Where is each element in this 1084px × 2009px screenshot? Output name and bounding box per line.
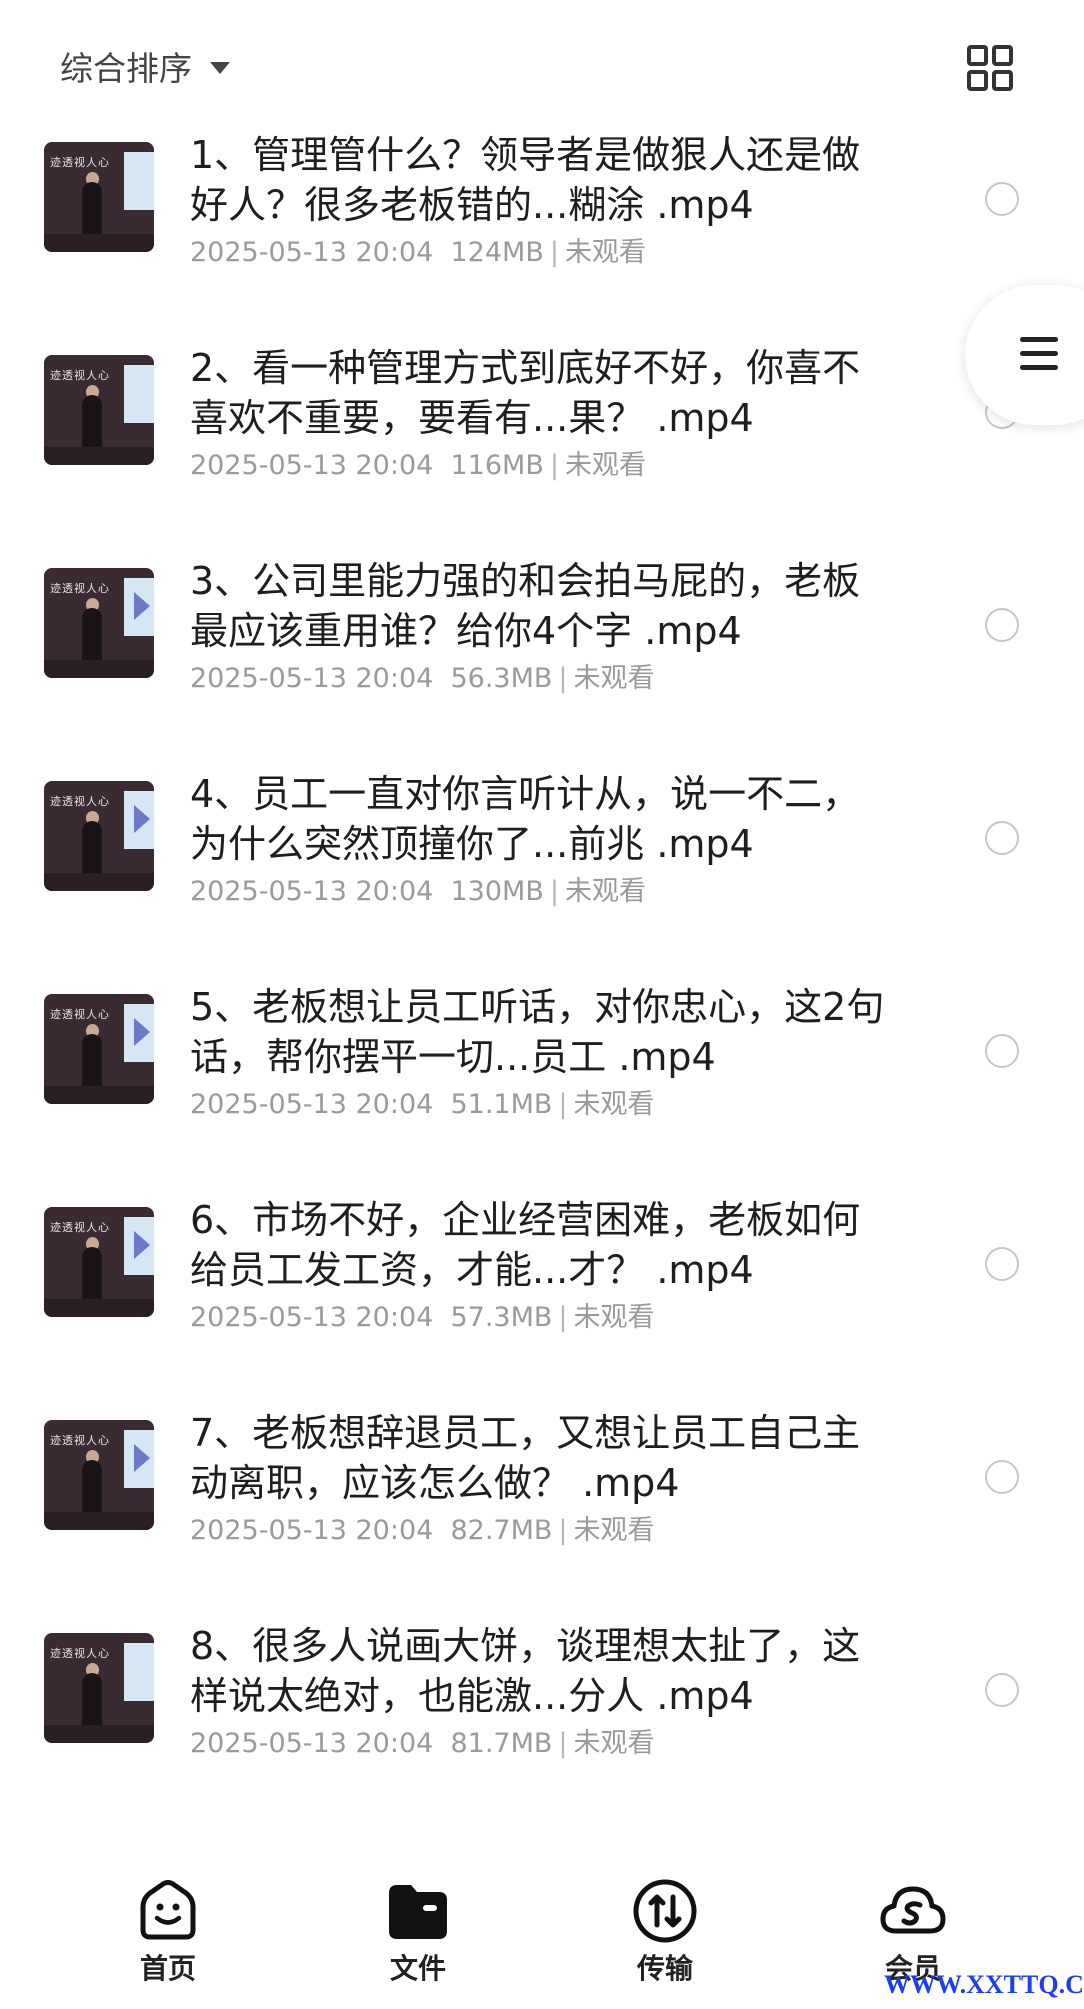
file-date: 2025-05-13 20:04 bbox=[190, 1302, 434, 1333]
select-radio[interactable] bbox=[985, 1247, 1019, 1281]
file-size: 124MB bbox=[450, 237, 544, 268]
list-fade bbox=[0, 1780, 1084, 1860]
file-date: 2025-05-13 20:04 bbox=[190, 663, 434, 694]
video-thumbnail: 迹透视人心 bbox=[44, 355, 154, 465]
tab-label: 首页 bbox=[139, 1952, 196, 1985]
file-title: 4、员工一直对你言听计从，说一不二，为什么突然顶撞你了...前兆 .mp4 bbox=[190, 772, 861, 866]
file-title: 3、公司里能力强的和会拍马屁的，老板最应该重用谁？给你4个字 .mp4 bbox=[190, 559, 861, 653]
tab-home[interactable]: 首页 bbox=[108, 1875, 228, 1987]
file-title: 2、看一种管理方式到底好不好，你喜不喜欢不重要，要看有...果？ .mp4 bbox=[190, 346, 861, 440]
file-title: 7、老板想辞退员工，又想让员工自己主动离职，应该怎么做？ .mp4 bbox=[190, 1411, 861, 1505]
file-size: 57.3MB bbox=[450, 1302, 553, 1333]
video-thumbnail: 迹透视人心 bbox=[44, 994, 154, 1104]
file-title: 8、很多人说画大饼，谈理想太扯了，这样说太绝对，也能激...分人 .mp4 bbox=[190, 1624, 861, 1718]
sort-dropdown[interactable]: 综合排序 bbox=[60, 42, 230, 90]
file-meta: 2025-05-13 20:04 51.1MB | 未观看 bbox=[190, 1089, 655, 1120]
file-row[interactable]: 迹透视人心 4、员工一直对你言听计从，说一不二，为什么突然顶撞你了...前兆 .… bbox=[0, 759, 1084, 972]
grid-view-icon[interactable] bbox=[966, 44, 1014, 92]
watch-status: 未观看 bbox=[573, 1089, 655, 1120]
tab-files[interactable]: 文件 bbox=[358, 1875, 478, 1987]
video-thumbnail: 迹透视人心 bbox=[44, 781, 154, 891]
file-meta: 2025-05-13 20:04 116MB | 未观看 bbox=[190, 450, 646, 481]
file-size: 82.7MB bbox=[450, 1515, 553, 1546]
vip-cloud-icon bbox=[878, 1875, 948, 1945]
thumbnail-banner-text: 迹透视人心 bbox=[50, 1647, 110, 1660]
thumbnail-banner-text: 迹透视人心 bbox=[50, 1434, 110, 1447]
watch-status: 未观看 bbox=[564, 450, 646, 481]
video-thumbnail: 迹透视人心 bbox=[44, 142, 154, 252]
file-size: 116MB bbox=[450, 450, 544, 481]
file-meta: 2025-05-13 20:04 56.3MB | 未观看 bbox=[190, 663, 655, 694]
tab-label: 文件 bbox=[389, 1952, 446, 1985]
sort-label: 综合排序 bbox=[60, 49, 192, 88]
select-radio[interactable] bbox=[985, 1034, 1019, 1068]
file-size: 81.7MB bbox=[450, 1728, 553, 1759]
video-thumbnail: 迹透视人心 bbox=[44, 568, 154, 678]
file-title: 5、老板想让员工听话，对你忠心，这2句话，帮你摆平一切...员工 .mp4 bbox=[190, 985, 885, 1079]
file-size: 130MB bbox=[450, 876, 544, 907]
transfer-icon bbox=[630, 1875, 700, 1945]
file-meta: 2025-05-13 20:04 124MB | 未观看 bbox=[190, 237, 646, 268]
file-row[interactable]: 迹透视人心 2、看一种管理方式到底好不好，你喜不喜欢不重要，要看有...果？ .… bbox=[0, 333, 1084, 546]
file-date: 2025-05-13 20:04 bbox=[190, 450, 434, 481]
file-meta: 2025-05-13 20:04 57.3MB | 未观看 bbox=[190, 1302, 655, 1333]
watch-status: 未观看 bbox=[573, 1302, 655, 1333]
thumbnail-banner-text: 迹透视人心 bbox=[50, 1008, 110, 1021]
select-radio[interactable] bbox=[985, 1673, 1019, 1707]
video-thumbnail: 迹透视人心 bbox=[44, 1420, 154, 1530]
file-list: 迹透视人心 1、管理管什么？领导者是做狠人还是做好人？很多老板错的...糊涂 .… bbox=[0, 120, 1084, 1840]
caret-down-icon bbox=[210, 62, 230, 74]
file-row[interactable]: 迹透视人心 5、老板想让员工听话，对你忠心，这2句话，帮你摆平一切...员工 .… bbox=[0, 972, 1084, 1185]
folder-icon bbox=[383, 1875, 453, 1945]
watch-status: 未观看 bbox=[573, 1728, 655, 1759]
file-size: 56.3MB bbox=[450, 663, 553, 694]
file-row[interactable]: 迹透视人心 3、公司里能力强的和会拍马屁的，老板最应该重用谁？给你4个字 .mp… bbox=[0, 546, 1084, 759]
video-thumbnail: 迹透视人心 bbox=[44, 1633, 154, 1743]
video-thumbnail: 迹透视人心 bbox=[44, 1207, 154, 1317]
thumbnail-banner-text: 迹透视人心 bbox=[50, 369, 110, 382]
file-row[interactable]: 迹透视人心 7、老板想辞退员工，又想让员工自己主动离职，应该怎么做？ .mp4 … bbox=[0, 1398, 1084, 1611]
watermark-text: WWW.XXTTQ.COM bbox=[884, 1970, 1084, 1999]
file-meta: 2025-05-13 20:04 82.7MB | 未观看 bbox=[190, 1515, 655, 1546]
file-row[interactable]: 迹透视人心 6、市场不好，企业经营困难，老板如何给员工发工资，才能...才？ .… bbox=[0, 1185, 1084, 1398]
menu-icon bbox=[1020, 337, 1058, 379]
file-date: 2025-05-13 20:04 bbox=[190, 876, 434, 907]
watch-status: 未观看 bbox=[573, 663, 655, 694]
file-title: 6、市场不好，企业经营困难，老板如何给员工发工资，才能...才？ .mp4 bbox=[190, 1198, 861, 1292]
smiley-home-icon bbox=[133, 1875, 203, 1945]
select-radio[interactable] bbox=[985, 608, 1019, 642]
select-radio[interactable] bbox=[985, 821, 1019, 855]
watch-status: 未观看 bbox=[564, 876, 646, 907]
file-date: 2025-05-13 20:04 bbox=[190, 237, 434, 268]
file-meta: 2025-05-13 20:04 130MB | 未观看 bbox=[190, 876, 646, 907]
thumbnail-banner-text: 迹透视人心 bbox=[50, 582, 110, 595]
watch-status: 未观看 bbox=[564, 237, 646, 268]
select-radio[interactable] bbox=[985, 1460, 1019, 1494]
file-title: 1、管理管什么？领导者是做狠人还是做好人？很多老板错的...糊涂 .mp4 bbox=[190, 133, 861, 227]
file-size: 51.1MB bbox=[450, 1089, 553, 1120]
file-meta: 2025-05-13 20:04 81.7MB | 未观看 bbox=[190, 1728, 655, 1759]
file-date: 2025-05-13 20:04 bbox=[190, 1515, 434, 1546]
thumbnail-banner-text: 迹透视人心 bbox=[50, 795, 110, 808]
file-row[interactable]: 迹透视人心 1、管理管什么？领导者是做狠人还是做好人？很多老板错的...糊涂 .… bbox=[0, 120, 1084, 333]
watch-status: 未观看 bbox=[573, 1515, 655, 1546]
tab-transfer[interactable]: 传输 bbox=[605, 1875, 725, 1987]
select-radio[interactable] bbox=[985, 182, 1019, 216]
file-date: 2025-05-13 20:04 bbox=[190, 1728, 434, 1759]
top-bar: 综合排序 bbox=[0, 0, 1084, 130]
tab-label: 传输 bbox=[636, 1952, 693, 1985]
thumbnail-banner-text: 迹透视人心 bbox=[50, 1221, 110, 1234]
thumbnail-banner-text: 迹透视人心 bbox=[50, 156, 110, 169]
file-date: 2025-05-13 20:04 bbox=[190, 1089, 434, 1120]
